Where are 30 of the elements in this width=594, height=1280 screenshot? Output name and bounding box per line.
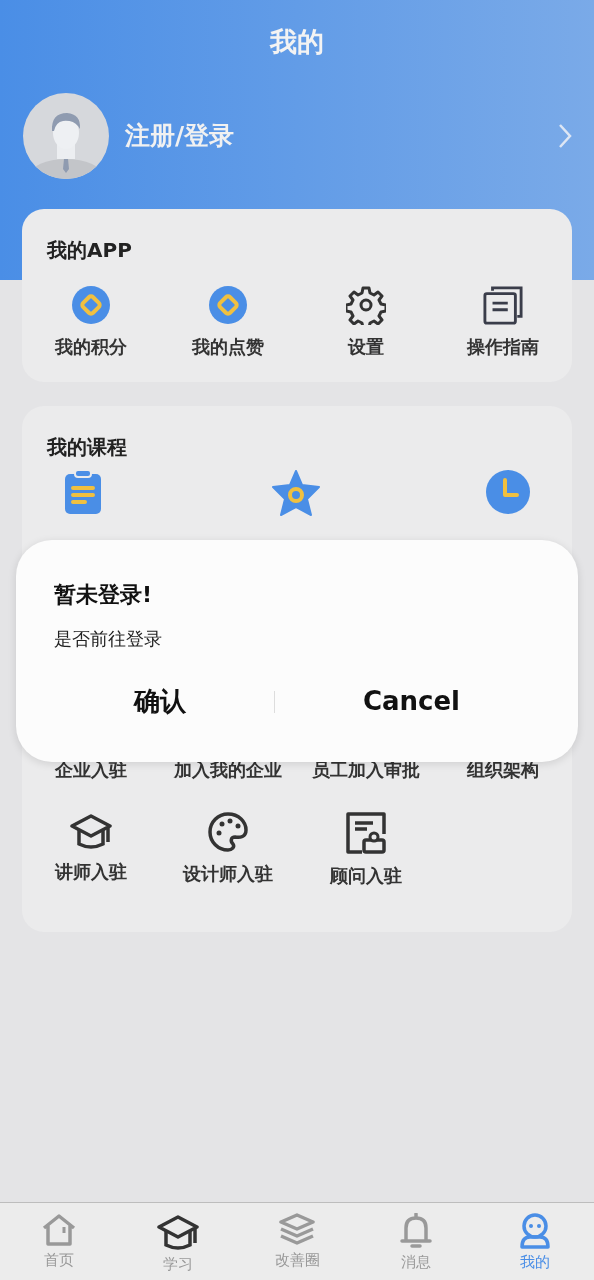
person-icon <box>518 1213 552 1249</box>
service-link[interactable]: 讲师入驻 <box>54 857 127 885</box>
graduation-cap-icon[interactable] <box>69 811 112 850</box>
bell-icon <box>400 1213 432 1249</box>
page-title: 我的 <box>270 26 324 57</box>
section-title: 我的APP <box>45 236 133 264</box>
coin-icon <box>70 284 111 325</box>
app-shortcut[interactable]: 操作指南 <box>467 332 540 360</box>
app-shortcut[interactable]: 我的点赞 <box>192 332 265 360</box>
section-title: 我的课程 <box>45 433 128 461</box>
clipboard-icon[interactable] <box>64 469 102 514</box>
graduation-cap-icon <box>157 1213 199 1251</box>
clock-icon[interactable] <box>486 469 530 514</box>
dialog-title: 暂未登录! <box>54 582 153 607</box>
dialog-message: 是否前往登录 <box>54 628 162 649</box>
home-icon <box>41 1213 77 1247</box>
app-shortcut[interactable]: 设置 <box>347 332 384 360</box>
star-icon[interactable] <box>271 469 320 516</box>
profile-document-icon[interactable] <box>344 811 387 854</box>
service-link[interactable]: 顾问入驻 <box>329 861 402 889</box>
documents-icon <box>482 284 525 325</box>
coin-icon <box>208 284 249 325</box>
confirm-button[interactable]: 确认 <box>113 678 206 725</box>
service-link[interactable]: 设计师入驻 <box>183 859 274 887</box>
settings-icon <box>345 284 386 325</box>
cancel-button[interactable]: Cancel <box>342 678 480 725</box>
app-shortcut[interactable]: 我的积分 <box>54 332 127 360</box>
chevron-right-icon[interactable] <box>558 122 572 149</box>
palette-icon[interactable] <box>208 811 249 852</box>
layers-icon <box>279 1213 315 1247</box>
